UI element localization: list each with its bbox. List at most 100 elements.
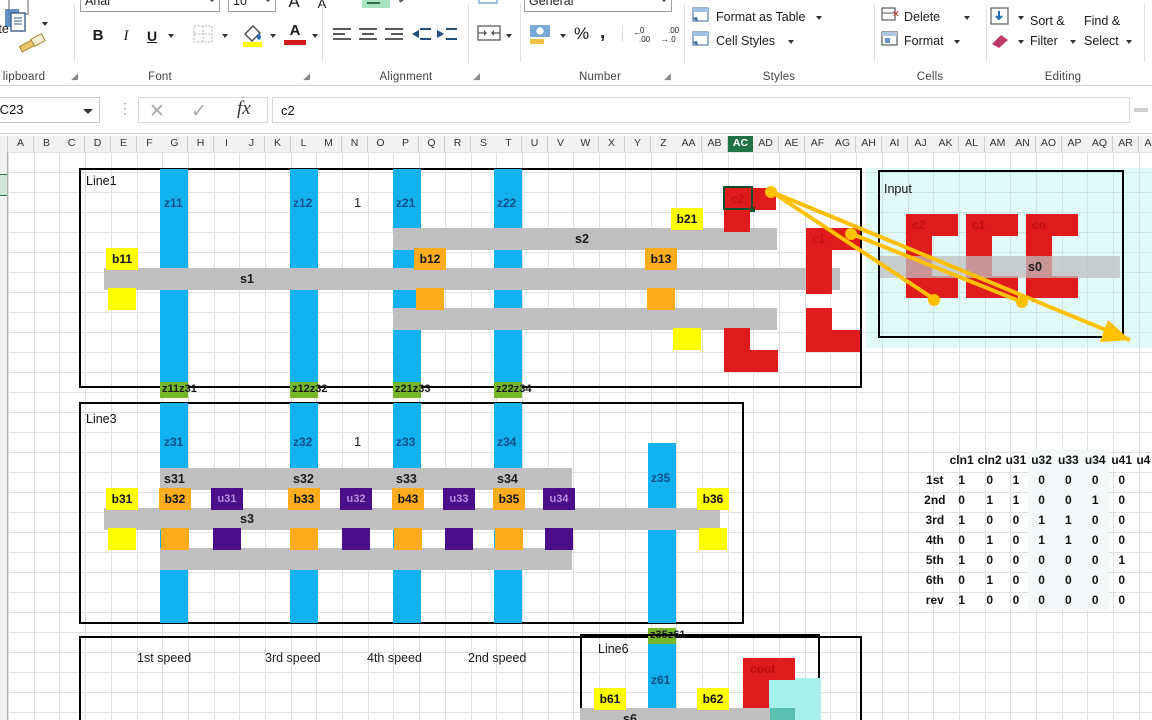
column-header-J[interactable]: J bbox=[239, 136, 265, 152]
column-header-L[interactable]: L bbox=[291, 136, 317, 152]
increase-indent-icon[interactable] bbox=[436, 24, 460, 46]
font-size-input[interactable]: 10 bbox=[228, 0, 276, 12]
clear-caret-icon[interactable] bbox=[1018, 40, 1024, 44]
column-header-AQ[interactable]: AQ bbox=[1087, 136, 1113, 152]
delete-label[interactable]: Delete bbox=[904, 10, 940, 24]
wrap-text-icon[interactable] bbox=[476, 0, 502, 8]
column-header-AK[interactable]: AK bbox=[933, 136, 959, 152]
conditional-formatting-icon[interactable] bbox=[690, 0, 712, 2]
borders-caret-icon[interactable] bbox=[222, 34, 228, 38]
underline-caret-icon[interactable] bbox=[168, 34, 174, 38]
column-header-V[interactable]: V bbox=[548, 136, 574, 152]
column-header-AB[interactable]: AB bbox=[702, 136, 728, 152]
format-as-table-icon[interactable] bbox=[690, 6, 712, 26]
column-header-AL[interactable]: AL bbox=[959, 136, 985, 152]
column-header-K[interactable]: K bbox=[265, 136, 291, 152]
align-right-icon[interactable] bbox=[382, 24, 406, 46]
column-header-T[interactable]: T bbox=[496, 136, 522, 152]
column-header-Q[interactable]: Q bbox=[419, 136, 445, 152]
column-header-AM[interactable]: AM bbox=[985, 136, 1011, 152]
column-header-W[interactable]: W bbox=[573, 136, 599, 152]
decrease-indent-icon[interactable] bbox=[410, 24, 434, 46]
fill-color-caret-icon[interactable] bbox=[270, 34, 276, 38]
column-header-AF[interactable]: AF bbox=[805, 136, 831, 152]
column-header-P[interactable]: P bbox=[393, 136, 419, 152]
percent-style-button[interactable]: % bbox=[574, 24, 589, 44]
formula-bar-expand[interactable] bbox=[1134, 108, 1148, 112]
number-format-caret-icon[interactable] bbox=[660, 0, 668, 2]
font-name-caret-icon[interactable] bbox=[208, 0, 216, 2]
column-header-A[interactable]: A bbox=[8, 136, 34, 152]
fill-color-icon[interactable] bbox=[240, 22, 266, 48]
name-box-caret-icon[interactable] bbox=[83, 109, 93, 114]
column-header-I[interactable]: I bbox=[214, 136, 240, 152]
column-header-D[interactable]: D bbox=[85, 136, 111, 152]
column-header-S[interactable]: S bbox=[471, 136, 497, 152]
column-header-AA[interactable]: AA bbox=[676, 136, 702, 152]
orientation-icon[interactable] bbox=[396, 0, 422, 8]
filter-funnel-icon[interactable] bbox=[1048, 0, 1066, 2]
align-center-icon[interactable] bbox=[356, 24, 380, 46]
column-header-H[interactable]: H bbox=[188, 136, 214, 152]
number-format-select[interactable]: General bbox=[524, 0, 672, 12]
column-header-G[interactable]: G bbox=[162, 136, 188, 152]
format-caret-icon[interactable] bbox=[954, 40, 960, 44]
format-cells-icon[interactable] bbox=[880, 30, 904, 50]
sort-az-icon[interactable]: Z bbox=[1030, 0, 1042, 4]
sort-filter-label-line2[interactable]: Filter bbox=[1030, 34, 1058, 48]
font-color-swatch[interactable] bbox=[284, 40, 306, 45]
column-header-AS[interactable]: AS bbox=[1139, 136, 1152, 152]
align-left-icon[interactable] bbox=[330, 24, 354, 46]
font-size-caret-icon[interactable] bbox=[264, 0, 272, 2]
column-header-F[interactable]: F bbox=[137, 136, 163, 152]
format-as-table-caret-icon[interactable] bbox=[816, 16, 822, 20]
column-header-R[interactable]: R bbox=[445, 136, 471, 152]
column-header-AG[interactable]: AG bbox=[830, 136, 856, 152]
column-header-AP[interactable]: AP bbox=[1062, 136, 1088, 152]
column-header-Y[interactable]: Y bbox=[625, 136, 651, 152]
cancel-formula-button[interactable]: ✕ bbox=[149, 100, 165, 123]
column-header-U[interactable]: U bbox=[522, 136, 548, 152]
font-color-icon[interactable]: A bbox=[284, 22, 306, 39]
cell-styles-icon[interactable] bbox=[690, 30, 712, 50]
column-header-AI[interactable]: AI bbox=[882, 136, 908, 152]
column-header-B[interactable]: B bbox=[34, 136, 60, 152]
sort-filter-label-line1[interactable]: Sort & bbox=[1030, 14, 1065, 28]
column-header-C[interactable]: C bbox=[59, 136, 85, 152]
font-dialog-launcher-icon[interactable]: ◢ bbox=[303, 71, 310, 82]
format-as-table-label[interactable]: Format as Table bbox=[716, 10, 805, 24]
font-color-caret-icon[interactable] bbox=[312, 34, 318, 38]
column-header-AH[interactable]: AH bbox=[856, 136, 882, 152]
fill-caret-icon[interactable] bbox=[1018, 16, 1024, 20]
insert-function-icon[interactable]: fx bbox=[237, 98, 251, 120]
column-header-AR[interactable]: AR bbox=[1113, 136, 1139, 152]
merge-center-icon[interactable] bbox=[476, 22, 502, 46]
row-header-selected[interactable] bbox=[0, 174, 7, 196]
accounting-caret-icon[interactable] bbox=[560, 34, 566, 38]
column-header-AD[interactable]: AD bbox=[753, 136, 779, 152]
decrease-decimal-icon[interactable]: .00 → .0 bbox=[658, 24, 684, 46]
column-header-N[interactable]: N bbox=[342, 136, 368, 152]
find-select-label-line2[interactable]: Select bbox=[1084, 34, 1119, 48]
accounting-format-icon[interactable] bbox=[528, 22, 554, 46]
comma-style-button[interactable]: , bbox=[600, 22, 605, 44]
confirm-formula-button[interactable]: ✓ bbox=[191, 100, 207, 123]
name-box[interactable]: AC23 bbox=[0, 97, 100, 123]
align-middle-icon[interactable] bbox=[362, 0, 390, 8]
column-header-AC[interactable]: AC bbox=[728, 136, 754, 152]
cell-styles-label[interactable]: Cell Styles bbox=[716, 34, 775, 48]
column-header-X[interactable]: X bbox=[599, 136, 625, 152]
column-header-O[interactable]: O bbox=[368, 136, 394, 152]
format-label[interactable]: Format bbox=[904, 34, 944, 48]
insert-cells-icon[interactable]: + bbox=[880, 0, 902, 2]
delete-cells-icon[interactable]: × bbox=[880, 6, 904, 26]
column-header-AO[interactable]: AO bbox=[1036, 136, 1062, 152]
column-header-AE[interactable]: AE bbox=[779, 136, 805, 152]
formula-input[interactable]: c2 bbox=[272, 97, 1130, 123]
column-header-E[interactable]: E bbox=[111, 136, 137, 152]
find-select-caret-icon[interactable] bbox=[1126, 40, 1132, 44]
delete-caret-icon[interactable] bbox=[964, 16, 970, 20]
borders-icon[interactable] bbox=[192, 24, 216, 46]
column-header-M[interactable]: M bbox=[316, 136, 342, 152]
column-header-AJ[interactable]: AJ bbox=[908, 136, 934, 152]
